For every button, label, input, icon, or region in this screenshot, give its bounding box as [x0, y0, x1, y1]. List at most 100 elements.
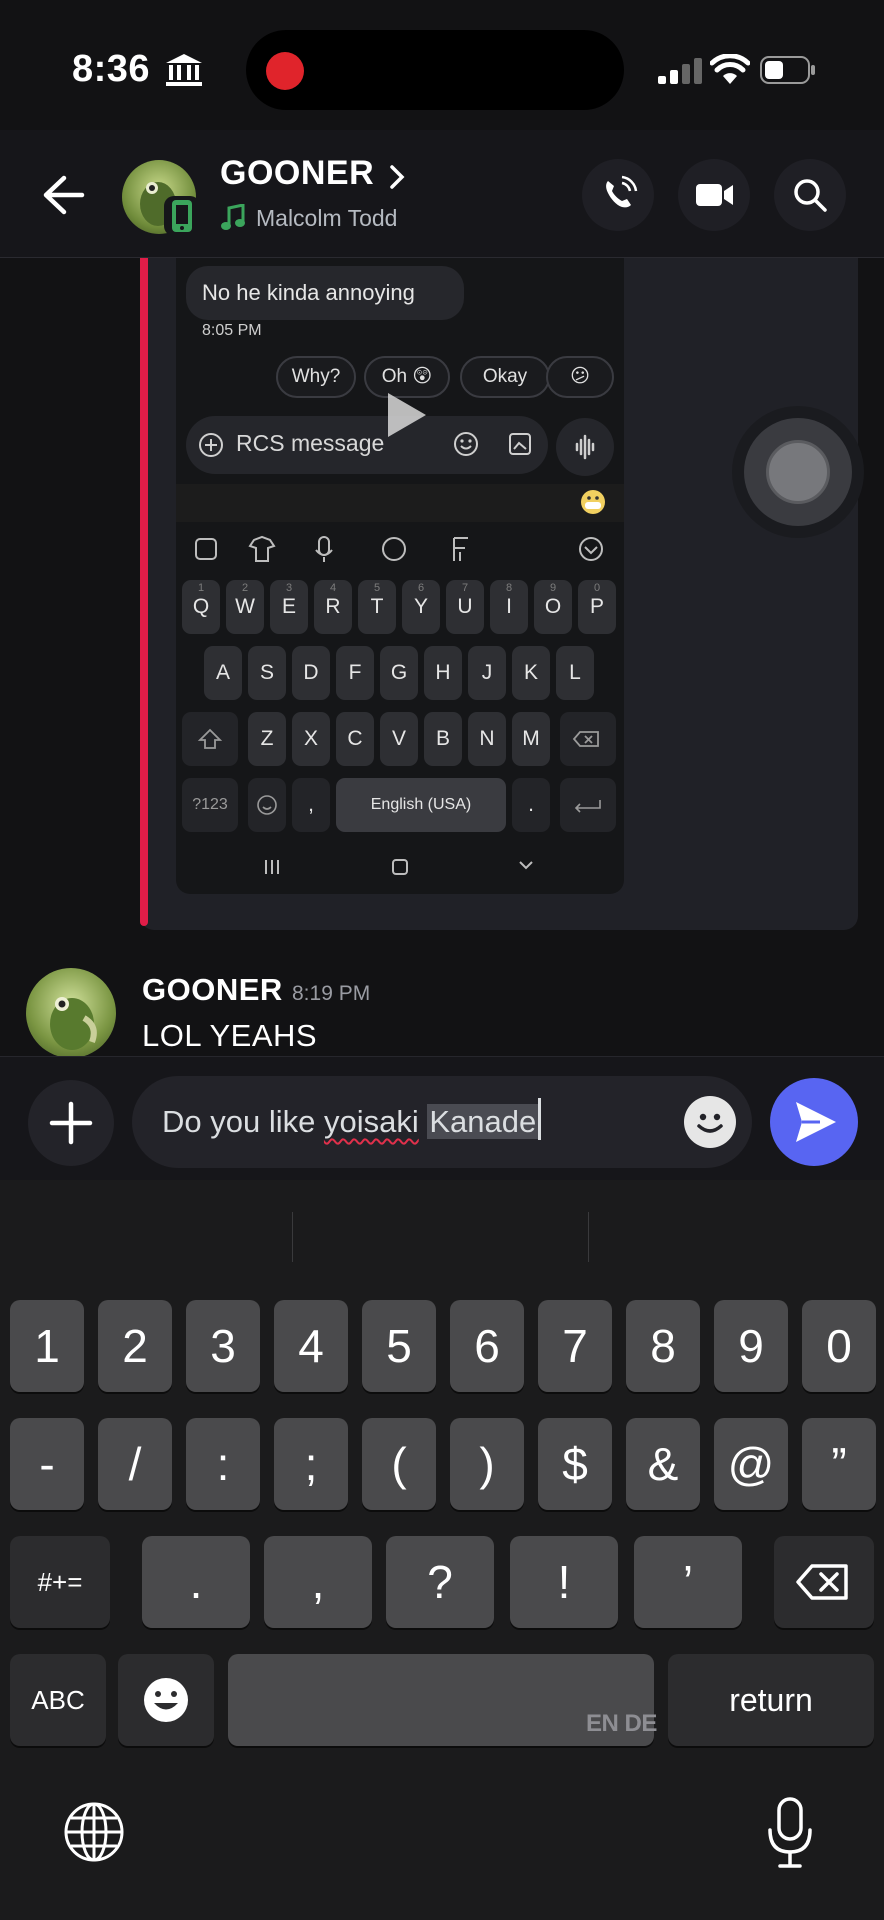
attached-key: 7U: [446, 580, 484, 634]
play-icon[interactable]: [384, 390, 428, 440]
key-exclamation[interactable]: !: [510, 1536, 618, 1628]
key-0[interactable]: 0: [802, 1300, 876, 1392]
key-at[interactable]: @: [714, 1418, 788, 1510]
key-hyphen[interactable]: -: [10, 1418, 84, 1510]
attached-key: 1Q: [182, 580, 220, 634]
key-period[interactable]: .: [142, 1536, 250, 1628]
avatar[interactable]: [26, 968, 116, 1058]
attached-key: J: [468, 646, 506, 700]
music-note-icon: [221, 204, 245, 230]
send-button[interactable]: [770, 1078, 858, 1166]
key-9[interactable]: 9: [714, 1300, 788, 1392]
microphone-icon[interactable]: [764, 1796, 816, 1870]
message-text: LOL YEAHS: [142, 1018, 318, 1053]
more-symbols-key[interactable]: #+=: [10, 1536, 110, 1628]
key-5[interactable]: 5: [362, 1300, 436, 1392]
key-slash[interactable]: /: [98, 1418, 172, 1510]
mobile-status-badge: [164, 196, 200, 236]
key-label: T: [370, 595, 384, 618]
attached-key: 2W: [226, 580, 264, 634]
smart-reply-chip: Okay: [460, 356, 550, 398]
voice-call-button[interactable]: [582, 159, 654, 231]
chevron-right-icon[interactable]: [386, 162, 408, 192]
key-comma[interactable]: ,: [264, 1536, 372, 1628]
bank-icon: [166, 54, 202, 86]
attached-key: 5T: [358, 580, 396, 634]
emoji-face-icon: [581, 490, 605, 514]
key-open-paren[interactable]: (: [362, 1418, 436, 1510]
key-superscript: 4: [329, 582, 337, 594]
misspelled-word[interactable]: yoisaki: [324, 1104, 419, 1139]
key-3[interactable]: 3: [186, 1300, 260, 1392]
key-4[interactable]: 4: [274, 1300, 348, 1392]
video-camera-icon: [696, 184, 733, 206]
attached-key: 9O: [534, 580, 572, 634]
key-label: Y: [413, 595, 428, 618]
attached-key: 8I: [490, 580, 528, 634]
voice-message-button: [556, 418, 614, 476]
video-call-button[interactable]: [678, 159, 750, 231]
key-superscript: 7: [461, 582, 469, 594]
recording-indicator-icon: [266, 52, 304, 90]
attached-message-bubble: No he kinda annoying: [186, 266, 464, 320]
key-semicolon[interactable]: ;: [274, 1418, 348, 1510]
key-8[interactable]: 8: [626, 1300, 700, 1392]
message-author[interactable]: GOONER: [142, 972, 283, 1008]
key-1[interactable]: 1: [10, 1300, 84, 1392]
attached-key: G: [380, 646, 418, 700]
search-button[interactable]: [774, 159, 846, 231]
keyboard-language-label: EN DE: [586, 1710, 657, 1737]
channel-name[interactable]: GOONER: [220, 154, 374, 193]
key-label: O: [544, 595, 562, 618]
key-quote[interactable]: ”: [802, 1418, 876, 1510]
attached-key: Z: [248, 712, 286, 766]
frog-avatar-icon: [50, 997, 97, 1050]
key-dollar[interactable]: $: [538, 1418, 612, 1510]
key-superscript: 5: [373, 582, 381, 594]
wifi-icon: [710, 54, 750, 84]
attached-key: V: [380, 712, 418, 766]
key-colon[interactable]: :: [186, 1418, 260, 1510]
image-icon: [509, 433, 531, 455]
attached-message-time: 8:05 PM: [202, 322, 262, 339]
abc-key[interactable]: ABC: [10, 1654, 106, 1746]
joystick-knob[interactable]: [766, 440, 830, 504]
plus-icon: [49, 1101, 93, 1145]
attached-space-key: English (USA): [336, 778, 506, 832]
key-superscript: 9: [549, 582, 557, 594]
android-nav-bar: [265, 859, 533, 875]
emoji-button[interactable]: [684, 1096, 736, 1148]
return-key[interactable]: return: [668, 1654, 874, 1746]
attached-key: H: [424, 646, 462, 700]
emoji-key[interactable]: [118, 1654, 214, 1746]
back-arrow-icon[interactable]: [40, 172, 86, 218]
smart-reply-chip: Why?: [276, 356, 356, 398]
phone-call-icon: [606, 175, 638, 208]
attached-key: X: [292, 712, 330, 766]
selected-text[interactable]: Kanade: [427, 1104, 539, 1139]
key-6[interactable]: 6: [450, 1300, 524, 1392]
add-attachment-button[interactable]: [28, 1080, 114, 1166]
smart-reply-chip: 😕: [546, 356, 614, 398]
key-question[interactable]: ?: [386, 1536, 494, 1628]
key-close-paren[interactable]: ): [450, 1418, 524, 1510]
cellular-signal-icon: [658, 58, 702, 84]
key-superscript: 2: [241, 582, 249, 594]
suggestion-divider: [292, 1212, 293, 1262]
message-input-text[interactable]: Do you like yoisaki Kanade: [162, 1098, 542, 1140]
keyboard-toolbar: [195, 535, 603, 562]
key-superscript: 6: [417, 582, 425, 594]
key-ampersand[interactable]: &: [626, 1418, 700, 1510]
attached-key: C: [336, 712, 374, 766]
status-time: 8:36: [72, 48, 151, 90]
smiley-icon: [454, 432, 478, 456]
key-apostrophe[interactable]: ’: [634, 1536, 742, 1628]
attached-key: S: [248, 646, 286, 700]
key-7[interactable]: 7: [538, 1300, 612, 1392]
backspace-icon: [796, 1564, 848, 1600]
backspace-key[interactable]: [774, 1536, 874, 1628]
key-2[interactable]: 2: [98, 1300, 172, 1392]
backspace-icon: [572, 731, 599, 747]
globe-icon[interactable]: [62, 1800, 126, 1864]
smiley-icon: [697, 1113, 723, 1133]
